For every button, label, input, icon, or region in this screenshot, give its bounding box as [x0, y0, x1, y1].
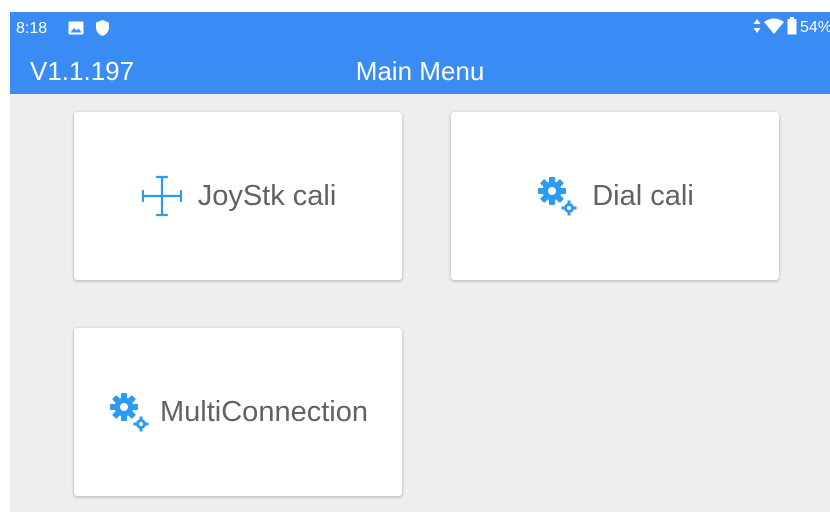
multiconnection-label: MultiConnection	[160, 395, 368, 428]
status-indicators: 54%	[753, 16, 830, 40]
multiconnection-button[interactable]: MultiConnection	[74, 328, 402, 496]
data-arrows-icon	[753, 18, 761, 39]
battery-icon	[787, 16, 797, 40]
dial-calibration-button[interactable]: Dial cali	[451, 112, 779, 280]
title-bar: V1.1.197 Main Menu	[10, 48, 830, 94]
image-icon	[68, 21, 84, 35]
gears-icon	[108, 391, 150, 433]
status-time: 8:18	[16, 20, 48, 37]
gears-icon	[536, 175, 578, 217]
app-screen: 8:18 54% V1.1.197 Main Menu JoyStk cali …	[10, 12, 830, 512]
status-bar: 8:18 54%	[10, 12, 830, 48]
shield-icon	[96, 20, 109, 36]
wifi-icon	[763, 18, 784, 39]
battery-percent: 54%	[799, 19, 830, 36]
page-title: Main Menu	[355, 56, 485, 86]
joystick-calibration-label: JoyStk cali	[197, 179, 337, 212]
crosshair-icon	[140, 174, 184, 218]
joystick-calibration-button[interactable]: JoyStk cali	[74, 112, 402, 280]
dial-calibration-label: Dial cali	[592, 179, 694, 212]
